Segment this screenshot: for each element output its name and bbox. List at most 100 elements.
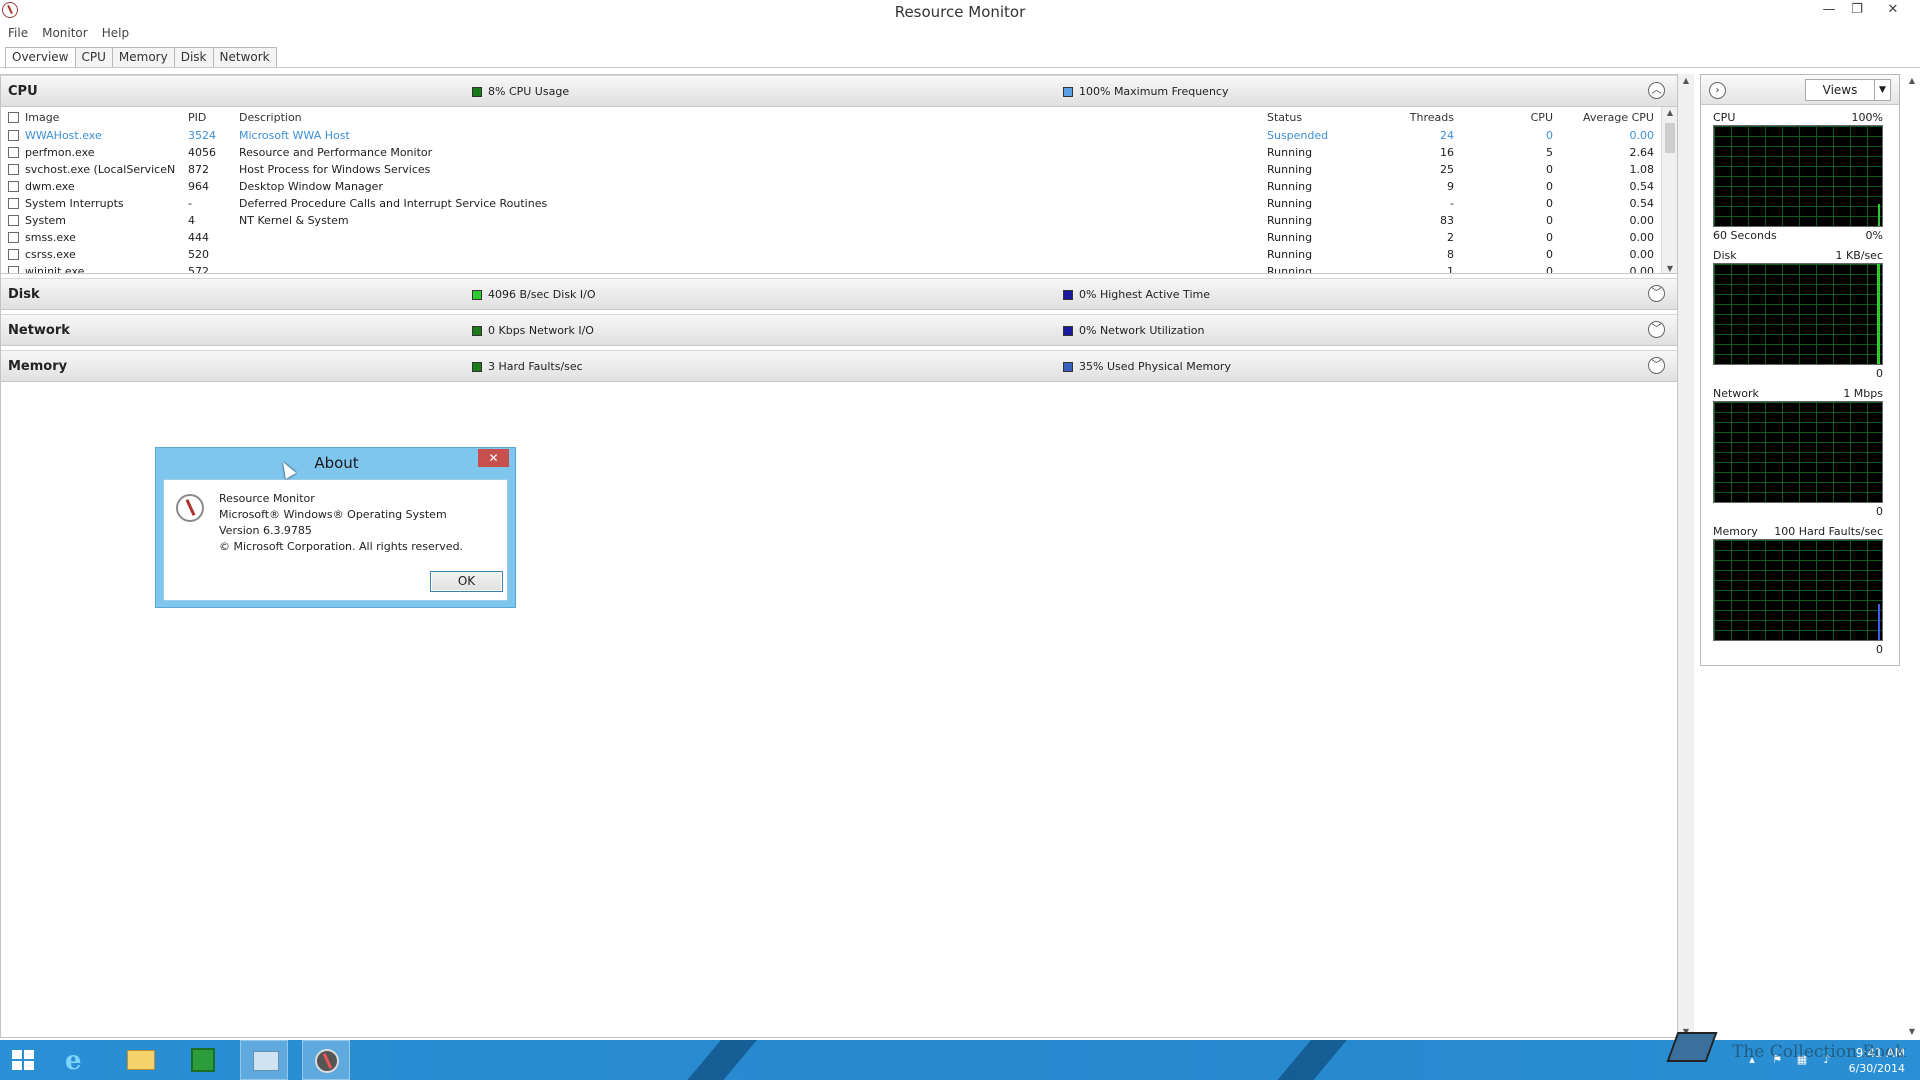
table-row[interactable]: WWAHost.exe 3524 Microsoft WWA Host Suspend…: [1, 127, 1661, 144]
about-close-button[interactable]: ✕: [478, 449, 509, 467]
row-checkbox[interactable]: [8, 266, 19, 273]
cell-pid: 444: [188, 231, 209, 244]
close-button[interactable]: ✕: [1880, 0, 1906, 20]
collapse-chevron-up-icon[interactable]: ︿: [1648, 82, 1665, 99]
cell-pid: 572: [188, 265, 209, 274]
column-header-cpu[interactable]: CPU: [1471, 111, 1553, 124]
row-checkbox[interactable]: [8, 164, 19, 175]
graphs-toolbar: › Views ▼: [1701, 75, 1899, 105]
taskbar-resource-monitor[interactable]: [302, 1040, 350, 1080]
cell-image: dwm.exe: [25, 180, 75, 193]
expand-chevron-down-icon[interactable]: ﹀: [1648, 285, 1665, 302]
network-section-header[interactable]: Network 0 Kbps Network I/O 0% Network Ut…: [1, 314, 1677, 346]
column-header-description[interactable]: Description: [239, 111, 302, 124]
sort-ascending-icon: ^: [1306, 107, 1314, 114]
scroll-thumb[interactable]: [1665, 123, 1675, 153]
dropdown-arrow-icon[interactable]: ▼: [1874, 80, 1890, 100]
expand-chevron-down-icon[interactable]: ﹀: [1648, 321, 1665, 338]
resource-monitor-icon: [315, 1049, 339, 1073]
tab-memory[interactable]: Memory: [112, 47, 175, 68]
menu-help[interactable]: Help: [94, 24, 135, 42]
scroll-down-arrow-icon[interactable]: ▼: [1904, 1027, 1920, 1036]
taskbar-store[interactable]: [178, 1040, 226, 1080]
cell-pid: 4056: [188, 146, 216, 159]
cell-description: Host Process for Windows Services: [239, 163, 431, 176]
taskbar-internet-explorer[interactable]: e: [55, 1040, 103, 1080]
tab-cpu[interactable]: CPU: [75, 47, 113, 68]
restore-button[interactable]: ❐: [1844, 0, 1870, 20]
row-checkbox[interactable]: [8, 147, 19, 158]
column-header-pid[interactable]: PID: [188, 111, 206, 124]
tab-overview[interactable]: Overview: [5, 47, 76, 69]
table-row[interactable]: perfmon.exe 4056 Resource and Performance …: [1, 144, 1661, 161]
cell-cpu: 0: [1546, 248, 1553, 261]
column-header-average-cpu[interactable]: Average CPU: [1561, 111, 1654, 124]
cell-description: Microsoft WWA Host: [239, 129, 350, 142]
cell-cpu: 0: [1546, 197, 1553, 210]
cell-cpu: 0: [1546, 231, 1553, 244]
about-os-name: Microsoft® Windows® Operating System: [219, 508, 447, 521]
row-checkbox[interactable]: [8, 215, 19, 226]
clock-date[interactable]: 6/30/2014: [1830, 1062, 1905, 1075]
memory-section-header[interactable]: Memory 3 Hard Faults/sec 35% Used Physic…: [1, 350, 1677, 382]
cell-threads: 25: [1440, 163, 1454, 176]
minimize-button[interactable]: —: [1816, 0, 1842, 20]
cell-cpu: 0: [1546, 214, 1553, 227]
cell-average-cpu: 0.54: [1629, 197, 1655, 210]
hard-faults-swatch: [472, 361, 482, 372]
scroll-up-arrow-icon[interactable]: ▲: [1904, 76, 1920, 85]
row-checkbox[interactable]: [8, 249, 19, 260]
column-header-threads[interactable]: Threads: [1361, 111, 1454, 124]
table-row[interactable]: svchost.exe (LocalServiceNo... 872 Host Pr…: [1, 161, 1661, 178]
disk-section-header[interactable]: Disk 4096 B/sec Disk I/O 0% Highest Acti…: [1, 278, 1677, 310]
internet-explorer-icon: e: [65, 1046, 82, 1076]
window-title: Resource Monitor: [894, 3, 1026, 21]
hard-faults-stat: 3 Hard Faults/sec: [472, 360, 583, 373]
table-row[interactable]: System 4 NT Kernel & System Running 83 0 0.00: [1, 212, 1661, 229]
scroll-down-arrow-icon[interactable]: ▼: [1662, 264, 1677, 273]
table-row[interactable]: smss.exe 444 Running 2 0 0.00: [1, 229, 1661, 246]
menu-monitor[interactable]: Monitor: [34, 24, 94, 42]
cell-pid: 3524: [188, 129, 216, 142]
cell-pid: 964: [188, 180, 209, 193]
scroll-up-arrow-icon[interactable]: ▲: [1678, 76, 1694, 85]
disk-graph: [1713, 263, 1883, 365]
table-row[interactable]: csrss.exe 520 Running 8 0 0.00: [1, 246, 1661, 263]
cell-description: NT Kernel & System: [239, 214, 349, 227]
cell-description: Deferred Procedure Calls and Interrupt S…: [239, 197, 548, 210]
views-dropdown[interactable]: Views ▼: [1805, 79, 1891, 101]
cell-threads: 24: [1440, 129, 1454, 142]
taskbar-task-manager[interactable]: [240, 1040, 288, 1080]
table-row[interactable]: System Interrupts - Deferred Procedure Cal…: [1, 195, 1661, 212]
row-checkbox[interactable]: [8, 181, 19, 192]
column-header-status[interactable]: Status: [1267, 111, 1302, 124]
table-header: Image PID Description Status ^ Threads C…: [1, 107, 1661, 127]
title-bar: Resource Monitor — ❐ ✕: [0, 0, 1920, 24]
cell-status: Running: [1267, 180, 1313, 193]
disk-io-trace: [1877, 264, 1880, 364]
side-scrollbar[interactable]: ▲ ▼: [1904, 74, 1920, 1038]
table-scrollbar[interactable]: ▲ ▼: [1661, 107, 1677, 273]
table-row[interactable]: wininit.exe 572 Running 1 0 0.00: [1, 263, 1661, 274]
column-header-image[interactable]: Image: [25, 111, 175, 124]
table-row[interactable]: dwm.exe 964 Desktop Window Manager Running 9…: [1, 178, 1661, 195]
memory-faults-trace: [1878, 604, 1880, 640]
row-checkbox[interactable]: [8, 232, 19, 243]
scroll-up-arrow-icon[interactable]: ▲: [1662, 108, 1677, 117]
cell-image: smss.exe: [25, 231, 76, 244]
network-utilization-text: 0% Network Utilization: [1079, 324, 1205, 337]
ok-button[interactable]: OK: [430, 571, 503, 592]
expand-chevron-down-icon[interactable]: ﹀: [1648, 357, 1665, 374]
cell-cpu: 0: [1546, 129, 1553, 142]
tab-network[interactable]: Network: [213, 47, 277, 68]
menu-file[interactable]: File: [0, 24, 34, 42]
taskbar-file-explorer[interactable]: [117, 1040, 165, 1080]
cpu-section-header[interactable]: CPU 8% CPU Usage 100% Maximum Frequency …: [1, 75, 1677, 107]
tab-disk[interactable]: Disk: [174, 47, 214, 68]
row-checkbox[interactable]: [8, 198, 19, 209]
collapse-panel-chevron-right-icon[interactable]: ›: [1709, 82, 1726, 99]
row-checkbox[interactable]: [8, 130, 19, 141]
main-scrollbar[interactable]: ▲ ▼: [1678, 74, 1694, 1038]
start-button[interactable]: [0, 1040, 48, 1080]
select-all-checkbox[interactable]: [8, 112, 19, 123]
